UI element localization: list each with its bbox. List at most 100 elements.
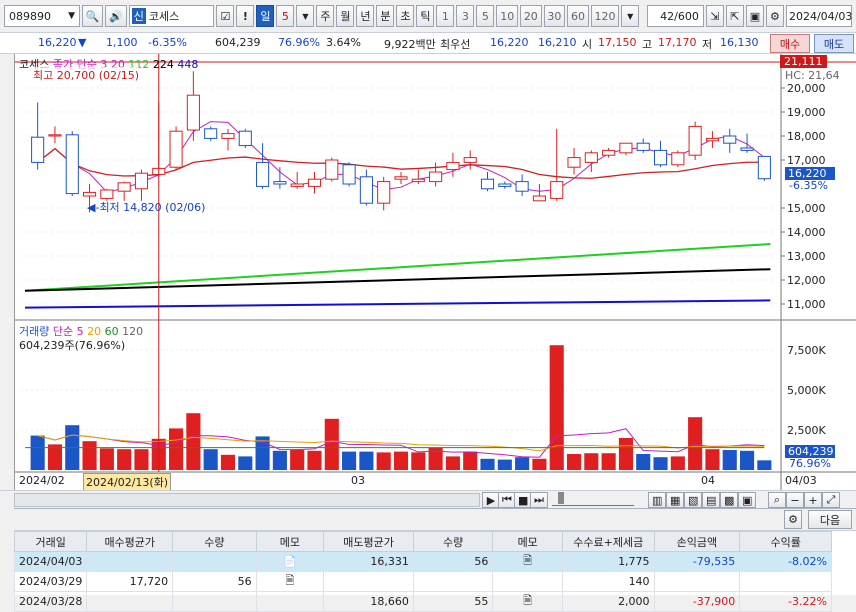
period-second[interactable]: 초 [396, 5, 415, 27]
minus-icon[interactable]: − [786, 492, 804, 508]
col-trade-date: 거래일 [13, 531, 88, 552]
table-header-row: 거래일 매수평균가 수량 메모 매도평균가 수량 메모 수수료+제세금 손익금액… [13, 531, 832, 552]
date-input[interactable]: 2024/04/03 [785, 5, 852, 27]
col-sell-qty: 수량 [412, 531, 494, 552]
candle-body [446, 161, 460, 171]
search-icon[interactable]: ⌕ [768, 492, 786, 508]
memo-icon[interactable]: 🗎 [492, 551, 563, 572]
interval-3[interactable]: 3 [456, 5, 475, 27]
scroll-track[interactable] [14, 493, 480, 507]
interval-20[interactable]: 20 [520, 5, 542, 27]
y-tick-label: 17,000 [787, 154, 826, 167]
chevron-down-icon[interactable]: ▼ [621, 5, 640, 27]
cell-sell-avg: 16,331 [323, 551, 414, 572]
interval-5[interactable]: 5 [476, 5, 495, 27]
y-tick-label: 14,000 [787, 226, 826, 239]
cell-fee: 140 [561, 571, 655, 592]
chevron-down-icon[interactable]: ▼ [296, 5, 315, 27]
next-button[interactable]: 다음 [808, 510, 852, 529]
chart-canvas[interactable]: 20,000 19,000 18,000 17,000 15,000 14,000 13,0… [15, 54, 856, 490]
top-price-label: 21,111 [780, 55, 827, 68]
cell-return: -8.02% [739, 551, 832, 572]
sell-button[interactable]: 매도 [814, 34, 854, 53]
cell-date: 2024/03/29 [13, 571, 88, 592]
search-icon[interactable]: 🔍 [82, 5, 104, 27]
zoom-slider[interactable] [552, 492, 634, 506]
gear-icon[interactable]: ⚙ [765, 5, 784, 27]
memo-icon[interactable]: 🗎 [255, 571, 325, 592]
table-row[interactable]: 2024/04/03 📄 16,331 56 🗎 1,775 -79,535 -… [13, 551, 832, 572]
speaker-icon[interactable]: 🔊 [105, 5, 127, 27]
zoom-in-icon[interactable]: ⇱ [725, 5, 744, 27]
tool1-icon[interactable]: ▥ [648, 492, 667, 508]
col-return: 수익률 [739, 531, 832, 552]
zoom-out-icon[interactable]: ⇲ [705, 5, 724, 27]
candle-body [740, 147, 754, 151]
next-icon[interactable]: ⏭ [530, 492, 548, 508]
volume-bar [342, 451, 357, 470]
candle-body [117, 182, 131, 192]
candle-body [273, 181, 287, 185]
slider-handle[interactable] [558, 492, 564, 504]
interval-10[interactable]: 10 [496, 5, 518, 27]
tool4-icon[interactable]: ▤ [702, 492, 721, 508]
volume-bar [688, 417, 703, 470]
tool5-icon[interactable]: ▩ [720, 492, 739, 508]
stock-name-field[interactable]: 신 코세스 [128, 5, 215, 27]
chart-area[interactable]: 20,000 19,000 18,000 17,000 15,000 14,000 13,0… [14, 54, 856, 491]
tool3-icon[interactable]: ▧ [684, 492, 703, 508]
plus-icon[interactable]: + [804, 492, 822, 508]
chart-scrollbar[interactable]: ▶ ⏮ ■ ⏭ ▥ ▦ ▧ ▤ ▩ ▣ ⌕ − + ⤢ [0, 490, 856, 508]
period-week[interactable]: 주 [316, 5, 335, 27]
high-price: 17,170 [658, 36, 697, 49]
warning-button[interactable]: ! [236, 5, 255, 27]
candle-body [619, 142, 633, 154]
tool6-icon[interactable]: ▣ [738, 492, 757, 508]
volume-bar [636, 454, 651, 470]
table-toolbar: ⚙ 다음 [14, 509, 856, 531]
candle-body [480, 178, 495, 190]
candle-body [186, 94, 200, 131]
interval-60[interactable]: 60 [567, 5, 589, 27]
candle-body [688, 125, 702, 156]
gear-icon[interactable]: ⚙ [784, 510, 802, 529]
tool2-icon[interactable]: ▦ [666, 492, 685, 508]
period-month[interactable]: 월 [336, 5, 355, 27]
col-buy-memo: 메모 [255, 531, 325, 552]
best-buy: 16,210 [538, 36, 577, 49]
interval-1[interactable]: 1 [436, 5, 455, 27]
y-tick-label: 20,000 [787, 82, 826, 95]
cell-buy-avg [86, 551, 174, 572]
period-year[interactable]: 년 [356, 5, 375, 27]
interval-120[interactable]: 120 [590, 5, 620, 27]
candle-body [757, 155, 771, 180]
interval-30[interactable]: 30 [543, 5, 566, 27]
favorite-icon[interactable]: ☑ [216, 5, 235, 27]
memo-icon[interactable]: 📄 [255, 551, 325, 572]
period-day-button[interactable]: 일 [256, 5, 275, 27]
period-minute[interactable]: 분 [376, 5, 395, 27]
volume-bar [566, 454, 582, 470]
cell-date: 2024/04/03 [13, 551, 88, 572]
volume-bar [169, 428, 184, 470]
table-row[interactable]: 2024/03/29 17,720 56 🗎 140 [13, 571, 832, 592]
chevron-down-icon[interactable]: ▼ [68, 11, 75, 21]
y-tick-label: 18,000 [787, 130, 826, 143]
stock-code-input[interactable]: 089890 ▼ [4, 5, 81, 27]
period-num-select[interactable]: 5 [276, 5, 295, 27]
left-arrow-icon: ◀- [87, 201, 100, 214]
bar-count-input[interactable]: 42 /600 [647, 5, 704, 27]
hc-label: HC: 21,64 [785, 69, 840, 82]
volume-ratio: 76.96% [278, 36, 320, 49]
period-tick[interactable]: 틱 [416, 5, 435, 27]
buy-button[interactable]: 매수 [770, 34, 810, 53]
save-icon[interactable]: ▣ [745, 5, 764, 27]
candle-body [584, 152, 598, 163]
candle-body [567, 157, 581, 168]
candle-body [532, 195, 546, 202]
maximize-icon[interactable]: ⤢ [822, 492, 840, 508]
volume-bar [47, 444, 63, 470]
min-price-marker: ◀-최저 14,820 (02/06) [87, 201, 206, 214]
volume-tick-label: 7,500K [787, 344, 826, 357]
volume-bar [411, 452, 426, 470]
